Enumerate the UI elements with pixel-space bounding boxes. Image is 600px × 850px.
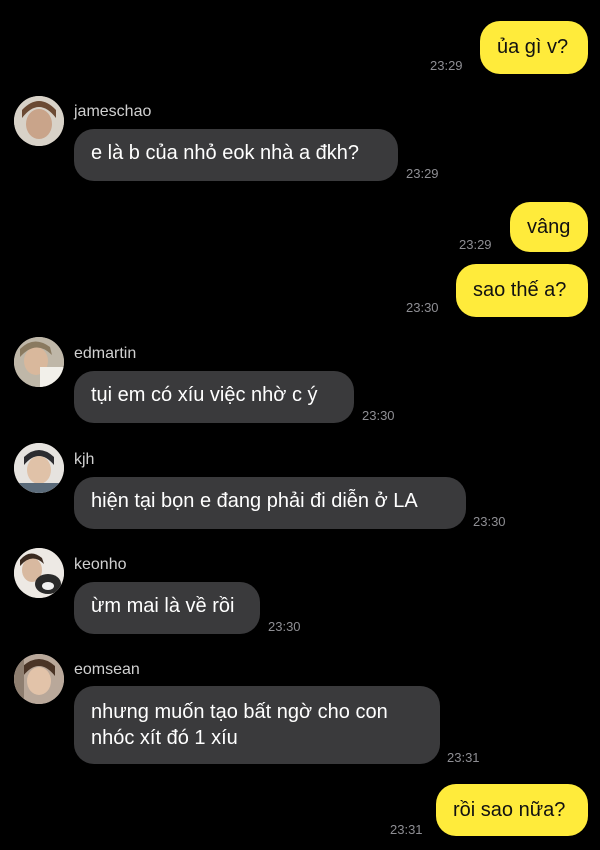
message-bubble-incoming[interactable]: e là b của nhỏ eok nhà a đkh? xyxy=(74,129,398,181)
avatar-keonho[interactable] xyxy=(14,548,64,598)
sender-name: keonho xyxy=(74,556,127,573)
sender-name: edmartin xyxy=(74,345,137,362)
message-time: 23:31 xyxy=(447,750,480,765)
message-text: nhưng muốn tạo bất ngờ cho con nhóc xít … xyxy=(91,701,388,749)
chat-thread: ủa gì v? 23:29 jameschao e là b của nhỏ … xyxy=(0,0,600,850)
message-time: 23:29 xyxy=(406,166,439,181)
message-bubble-outgoing[interactable]: vâng xyxy=(510,202,588,252)
message-bubble-incoming[interactable]: nhưng muốn tạo bất ngờ cho con nhóc xít … xyxy=(74,686,440,764)
message-bubble-incoming[interactable]: tụi em có xíu việc nhờ c ý xyxy=(74,371,354,423)
avatar-image xyxy=(14,337,64,387)
avatar-image xyxy=(14,548,64,598)
sender-name: jameschao xyxy=(74,103,152,120)
message-bubble-incoming[interactable]: hiện tại bọn e đang phải đi diễn ở LA xyxy=(74,477,466,529)
message-text: tụi em có xíu việc nhờ c ý xyxy=(91,384,318,406)
avatar-kjh[interactable] xyxy=(14,443,64,493)
message-text: sao thế a? xyxy=(473,279,567,301)
avatar-edmartin[interactable] xyxy=(14,337,64,387)
avatar-image xyxy=(14,654,64,704)
message-text: hiện tại bọn e đang phải đi diễn ở LA xyxy=(91,490,418,512)
sender-name: kjh xyxy=(74,451,95,468)
message-bubble-outgoing[interactable]: sao thế a? xyxy=(456,264,588,317)
message-text: e là b của nhỏ eok nhà a đkh? xyxy=(91,142,359,164)
message-time: 23:31 xyxy=(390,822,423,837)
sender-name: eomsean xyxy=(74,661,140,678)
message-text: ủa gì v? xyxy=(497,36,569,58)
message-text: vâng xyxy=(527,216,571,238)
message-bubble-outgoing[interactable]: rồi sao nữa? xyxy=(436,784,588,836)
message-time: 23:30 xyxy=(268,619,301,634)
message-text: ừm mai là về rồi xyxy=(91,595,235,617)
message-time: 23:30 xyxy=(406,300,439,315)
message-time: 23:29 xyxy=(430,58,463,73)
message-time: 23:30 xyxy=(362,408,395,423)
message-bubble-outgoing[interactable]: ủa gì v? xyxy=(480,21,588,74)
message-time: 23:29 xyxy=(459,237,492,252)
message-text: rồi sao nữa? xyxy=(453,799,566,821)
avatar-image xyxy=(14,96,64,146)
avatar-jameschao[interactable] xyxy=(14,96,64,146)
message-time: 23:30 xyxy=(473,514,506,529)
avatar-image xyxy=(14,443,64,493)
avatar-eomsean[interactable] xyxy=(14,654,64,704)
message-bubble-incoming[interactable]: ừm mai là về rồi xyxy=(74,582,260,634)
